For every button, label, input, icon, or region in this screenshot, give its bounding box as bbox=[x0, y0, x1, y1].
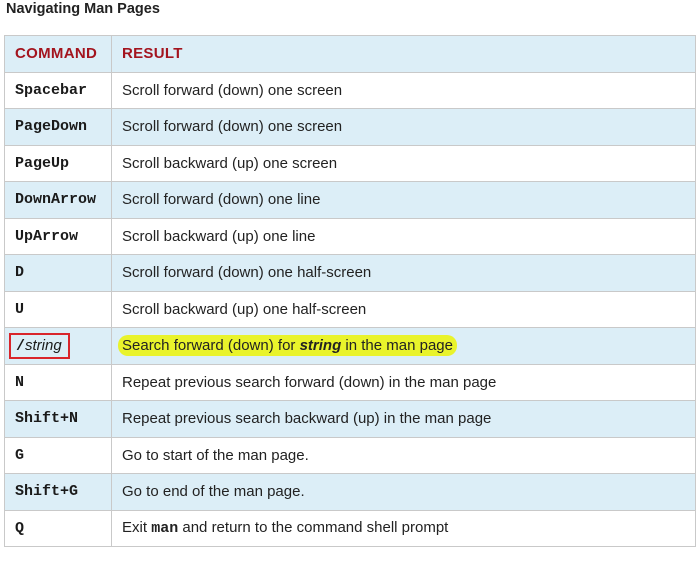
command-cell: Spacebar bbox=[4, 71, 112, 109]
result-text: in the man page bbox=[341, 337, 453, 355]
table-row: Shift+N Repeat previous search backward … bbox=[4, 400, 696, 438]
table-header-row: COMMAND RESULT bbox=[4, 35, 696, 73]
man-navigation-table: COMMAND RESULT Spacebar Scroll forward (… bbox=[4, 35, 696, 547]
result-cell: Go to start of the man page. bbox=[111, 436, 696, 474]
command-cell: U bbox=[4, 290, 112, 328]
command-cell: UpArrow bbox=[4, 217, 112, 255]
command-cell: Q bbox=[4, 509, 112, 547]
table-row: Shift+G Go to end of the man page. bbox=[4, 473, 696, 511]
result-cell: Go to end of the man page. bbox=[111, 473, 696, 511]
command-cell: /string bbox=[4, 327, 112, 365]
table-row: N Repeat previous search forward (down) … bbox=[4, 363, 696, 401]
result-cell: Repeat previous search backward (up) in … bbox=[111, 400, 696, 438]
table-row: PageUp Scroll backward (up) one screen bbox=[4, 144, 696, 182]
command-cell: D bbox=[4, 254, 112, 292]
red-callout-box: /string bbox=[9, 332, 70, 359]
command-cell: PageDown bbox=[4, 108, 112, 146]
result-cell: Scroll forward (down) one line bbox=[111, 181, 696, 219]
result-cell: Scroll backward (up) one line bbox=[111, 217, 696, 255]
command-cell: Shift+N bbox=[4, 400, 112, 438]
man-command-code: man bbox=[151, 520, 179, 538]
result-cell: Exit man and return to the command shell… bbox=[111, 509, 696, 547]
result-cell: Repeat previous search forward (down) in… bbox=[111, 363, 696, 401]
result-text: and return to the command shell prompt bbox=[178, 519, 449, 537]
column-header-result: RESULT bbox=[111, 35, 696, 73]
column-header-command: COMMAND bbox=[4, 35, 112, 73]
result-cell: Search forward (down) for string in the … bbox=[111, 327, 696, 365]
table-caption: Navigating Man Pages bbox=[6, 1, 160, 17]
slash-command: / bbox=[16, 337, 26, 355]
command-cell: N bbox=[4, 363, 112, 401]
command-cell: PageUp bbox=[4, 144, 112, 182]
command-cell: G bbox=[4, 436, 112, 474]
result-cell: Scroll forward (down) one half-screen bbox=[111, 254, 696, 292]
table-row: Spacebar Scroll forward (down) one scree… bbox=[4, 71, 696, 109]
result-cell: Scroll forward (down) one screen bbox=[111, 108, 696, 146]
result-cell: Scroll backward (up) one screen bbox=[111, 144, 696, 182]
result-text: Search forward (down) for bbox=[122, 337, 300, 355]
table-row: U Scroll backward (up) one half-screen bbox=[4, 290, 696, 328]
table-row: DownArrow Scroll forward (down) one line bbox=[4, 181, 696, 219]
command-argument: string bbox=[25, 336, 62, 354]
command-cell: Shift+G bbox=[4, 473, 112, 511]
command-cell: DownArrow bbox=[4, 181, 112, 219]
result-cell: Scroll backward (up) one half-screen bbox=[111, 290, 696, 328]
result-text: Exit bbox=[122, 519, 152, 537]
table-row: D Scroll forward (down) one half-screen bbox=[4, 254, 696, 292]
yellow-highlight: Search forward (down) for string in the … bbox=[118, 335, 457, 357]
result-cell: Scroll forward (down) one screen bbox=[111, 71, 696, 109]
table-row: UpArrow Scroll backward (up) one line bbox=[4, 217, 696, 255]
table-row: G Go to start of the man page. bbox=[4, 436, 696, 474]
table-row-search: /string Search forward (down) for string… bbox=[4, 327, 696, 365]
result-emphasis: string bbox=[299, 337, 342, 355]
table-row: PageDown Scroll forward (down) one scree… bbox=[4, 108, 696, 146]
table-row: Q Exit man and return to the command she… bbox=[4, 509, 696, 547]
